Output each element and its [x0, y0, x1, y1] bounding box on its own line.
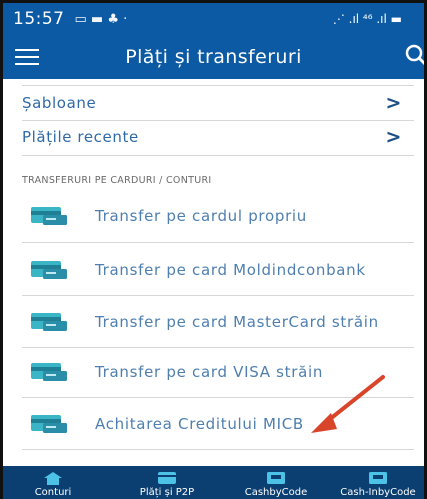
page-title: Plăți și transferuri	[125, 46, 302, 68]
app-bar: Plăți și transferuri	[3, 35, 424, 79]
bottom-nav: Conturi Plăți și P2P CashbyCode Cash-Inb…	[3, 466, 424, 499]
tab-label: Conturi	[34, 487, 72, 498]
phone-screen: 15:57 ▭ ▬ ♣ · ⋰ .ıl ⁴⁶ .ıl ▬ Plăți și tr…	[0, 0, 427, 499]
red-arrow-annotation	[311, 375, 385, 433]
tab-label: Cash-InbyCode	[340, 487, 416, 498]
atm-icon	[267, 472, 285, 484]
home-icon	[44, 472, 62, 485]
nav-row-platile-recente[interactable]: Plățile recente >	[3, 120, 424, 154]
card-transfer-icon	[31, 415, 67, 433]
transfer-label: Transfer pe card Moldindconbank	[95, 261, 366, 279]
transfer-item[interactable]: Transfer pe card Moldindconbank	[3, 249, 424, 291]
card-transfer-icon	[31, 363, 67, 381]
transfer-label: Transfer pe card VISA străin	[95, 363, 324, 381]
tab-plati-p2p[interactable]: Plăți și P2P	[127, 466, 207, 499]
transfer-label: Achitarea Creditului MICB	[95, 415, 304, 433]
signal-battery-icons: ⋰ .ıl ⁴⁶ .ıl ▬	[332, 12, 402, 26]
nav-row-label: Plățile recente	[22, 128, 139, 146]
divider	[22, 155, 414, 156]
section-header: TRANSFERURI PE CARDURI / CONTURI	[22, 175, 212, 186]
atm-in-icon	[369, 472, 387, 484]
tab-conturi[interactable]: Conturi	[25, 466, 81, 499]
menu-icon[interactable]	[15, 46, 45, 68]
card-transfer-icon	[31, 207, 67, 225]
card-transfer-icon	[31, 261, 67, 279]
divider	[22, 347, 414, 348]
tab-label: Plăți și P2P	[139, 487, 195, 498]
card-icon	[158, 472, 176, 484]
status-time: 15:57	[13, 9, 65, 29]
divider	[22, 242, 414, 243]
tab-cash-inbycode[interactable]: Cash-InbyCode	[335, 466, 421, 499]
transfer-item[interactable]: Transfer pe cardul propriu	[3, 195, 424, 237]
divider	[22, 449, 414, 450]
card-transfer-icon	[31, 313, 67, 331]
status-bar: 15:57 ▭ ▬ ♣ · ⋰ .ıl ⁴⁶ .ıl ▬	[3, 3, 424, 35]
notification-icons: ▭ ▬ ♣ ·	[74, 11, 128, 27]
tab-label: CashbyCode	[244, 487, 308, 498]
nav-row-sabloane[interactable]: Șabloane >	[3, 86, 424, 120]
nav-row-label: Șabloane	[22, 94, 97, 112]
transfer-item[interactable]: Transfer pe card MasterCard străin	[3, 301, 424, 343]
chevron-right-icon: >	[385, 92, 402, 114]
transfer-label: Transfer pe card MasterCard străin	[95, 313, 379, 331]
tab-cashbycode[interactable]: CashbyCode	[235, 466, 317, 499]
search-icon[interactable]	[404, 43, 427, 69]
chevron-right-icon: >	[385, 126, 402, 148]
transfer-label: Transfer pe cardul propriu	[95, 207, 308, 225]
divider	[22, 295, 414, 296]
